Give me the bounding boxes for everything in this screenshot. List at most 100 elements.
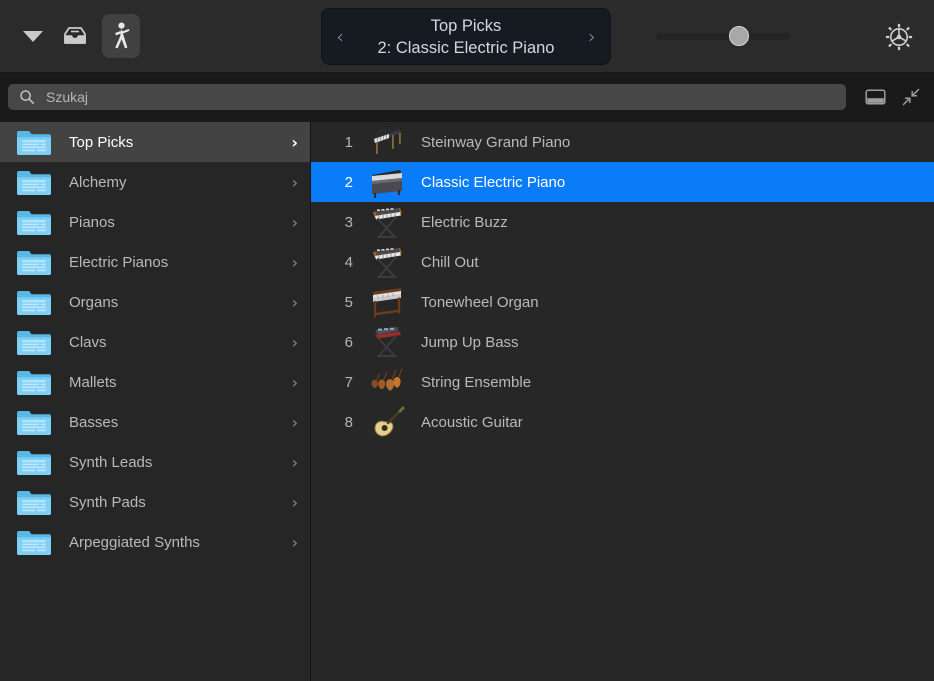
patch-number: 7: [311, 374, 353, 391]
next-patch-button[interactable]: ›: [579, 8, 605, 65]
search-input[interactable]: Szukaj: [8, 84, 846, 110]
grand-piano-icon: [367, 123, 407, 161]
slider-track: [656, 33, 790, 40]
patch-name: Jump Up Bass: [421, 334, 519, 351]
sidebar-item-label: Synth Pads: [69, 494, 146, 511]
patch-number: 8: [311, 414, 353, 431]
patch-number: 5: [311, 294, 353, 311]
patch-row[interactable]: 6 Jump Up Bass: [311, 322, 934, 362]
patch-name: Steinway Grand Piano: [421, 134, 570, 151]
sidebar-item[interactable]: Basses›: [0, 402, 310, 442]
folder-icon: [16, 248, 52, 276]
collapse-arrows-icon: [901, 87, 921, 107]
patch-number: 3: [311, 214, 353, 231]
chevron-right-icon: ›: [291, 133, 298, 152]
search-placeholder: Szukaj: [46, 88, 88, 107]
folder-icon: [16, 528, 52, 556]
patch-display-panel: ‹ Top Picks 2: Classic Electric Piano ›: [321, 8, 611, 65]
master-slider[interactable]: [656, 28, 790, 44]
sidebar-item-label: Pianos: [69, 214, 115, 231]
toolbar-left-group: [18, 14, 140, 58]
patch-icon: [367, 163, 407, 201]
panel-layout-button[interactable]: [862, 84, 888, 110]
settings-button[interactable]: [884, 22, 914, 52]
folder-icon: [16, 368, 52, 396]
folder-icon: [16, 488, 52, 516]
chevron-right-icon: ›: [292, 333, 298, 352]
inbox-tray-button[interactable]: [56, 14, 94, 58]
patch-icon: [367, 243, 407, 281]
patch-row[interactable]: 4Chill Out: [311, 242, 934, 282]
sidebar-item[interactable]: Synth Leads ›: [0, 442, 310, 482]
patch-row[interactable]: 5Tonewheel Organ: [311, 282, 934, 322]
search-bar-row: Szukaj: [0, 73, 934, 122]
triangle-down-icon: [23, 31, 43, 42]
chevron-right-icon: ›: [292, 533, 298, 552]
folder-icon: [16, 128, 52, 156]
top-toolbar: ‹ Top Picks 2: Classic Electric Piano ›: [0, 0, 934, 73]
sidebar-item-label: Organs: [69, 294, 118, 311]
display-collection-name: Top Picks: [355, 15, 577, 37]
sidebar-item-label: Top Picks: [69, 134, 133, 151]
sidebar-item[interactable]: Organs ›: [0, 282, 310, 322]
search-icon: [19, 89, 35, 105]
patch-library-window: ‹ Top Picks 2: Classic Electric Piano ›: [0, 0, 934, 681]
patch-number: 2: [311, 174, 353, 191]
chevron-right-icon: ›: [292, 173, 298, 192]
sidebar-item[interactable]: Pianos›: [0, 202, 310, 242]
chevron-right-icon: ›: [292, 453, 298, 472]
patch-list[interactable]: 1 Steinway Grand Piano 2 Classic Electric P…: [311, 122, 934, 681]
inbox-tray-icon: [62, 25, 88, 47]
synth-stand-icon: [367, 243, 407, 281]
patch-row[interactable]: 1 Steinway Grand Piano: [311, 122, 934, 162]
patch-row[interactable]: 8 Acoustic Guitar: [311, 402, 934, 442]
folder-icon: [16, 408, 52, 436]
slider-thumb[interactable]: [729, 26, 749, 46]
patch-icon: [367, 363, 407, 401]
patch-row[interactable]: 3 Electric Buzz: [311, 202, 934, 242]
patch-number: 1: [311, 134, 353, 151]
category-sidebar[interactable]: Top Picks›Alchemy›Pianos›Electric Pianos…: [0, 122, 310, 681]
sidebar-item[interactable]: Clavs›: [0, 322, 310, 362]
performer-icon: [109, 22, 133, 50]
sidebar-item[interactable]: Arpeggiated Synths ›: [0, 522, 310, 562]
patch-name: String Ensemble: [421, 374, 531, 391]
chevron-right-icon: ›: [292, 293, 298, 312]
chevron-right-icon: ›: [292, 373, 298, 392]
sidebar-item[interactable]: Mallets ›: [0, 362, 310, 402]
sidebar-item-label: Alchemy: [69, 174, 127, 191]
chevron-right-icon: ›: [292, 493, 298, 512]
panel-layout-icon: [865, 88, 886, 106]
patch-row[interactable]: 7 String Ensemble: [311, 362, 934, 402]
patch-icon: [367, 123, 407, 161]
sidebar-item[interactable]: Top Picks ›: [0, 122, 310, 162]
view-dropdown-button[interactable]: [18, 14, 48, 58]
folder-icon: [16, 448, 52, 476]
gear-icon: [884, 22, 914, 52]
synth-stand-icon: [367, 203, 407, 241]
sidebar-item[interactable]: Synth Pads ›: [0, 482, 310, 522]
patch-icon: [367, 403, 407, 441]
previous-patch-button[interactable]: ‹: [327, 8, 353, 65]
patch-icon: [367, 283, 407, 321]
electric-piano-icon: [367, 163, 407, 201]
collapse-button[interactable]: [898, 84, 924, 110]
strings-icon: [367, 363, 407, 401]
display-text: Top Picks 2: Classic Electric Piano: [355, 15, 577, 59]
chevron-right-icon: ›: [292, 253, 298, 272]
patch-icon: [367, 203, 407, 241]
patch-number: 6: [311, 334, 353, 351]
patch-name: Classic Electric Piano: [421, 174, 565, 191]
patch-row[interactable]: 2 Classic Electric Piano: [311, 162, 934, 202]
patch-name: Chill Out: [421, 254, 479, 271]
sidebar-item-label: Arpeggiated Synths: [69, 534, 200, 551]
patch-name: Acoustic Guitar: [421, 414, 523, 431]
synth-dark-icon: [367, 323, 407, 361]
sidebar-item-label: Synth Leads: [69, 454, 152, 471]
display-patch-name: 2: Classic Electric Piano: [355, 37, 577, 59]
patch-name: Electric Buzz: [421, 214, 508, 231]
sidebar-item-label: Mallets: [69, 374, 117, 391]
sidebar-item[interactable]: Electric Pianos›: [0, 242, 310, 282]
sidebar-item[interactable]: Alchemy ›: [0, 162, 310, 202]
performer-mode-button[interactable]: [102, 14, 140, 58]
